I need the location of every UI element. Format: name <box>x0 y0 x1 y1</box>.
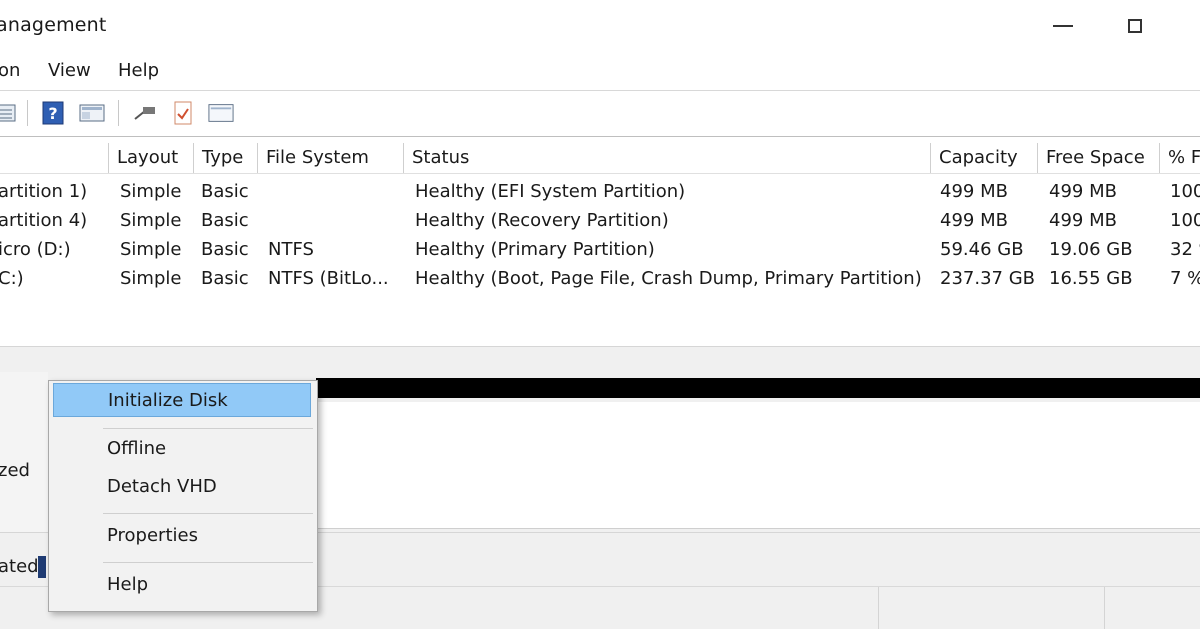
volume-name: C:) <box>0 268 24 289</box>
status-cell: Healthy (EFI System Partition) <box>415 181 686 202</box>
volume-list-header: Layout Type File System Status Capacity … <box>0 143 1200 174</box>
toolbar: ? <box>0 92 1200 132</box>
layout-cell: Simple <box>120 268 182 289</box>
window-icon[interactable] <box>208 100 234 126</box>
help-icon[interactable]: ? <box>40 100 66 126</box>
disk-status-label: zed <box>0 460 30 481</box>
column-type[interactable]: Type <box>194 143 258 173</box>
layout-cell: Simple <box>120 239 182 260</box>
menu-separator <box>103 513 313 514</box>
disk-partition-area[interactable] <box>316 402 1200 529</box>
toolbar-separator <box>27 100 28 126</box>
context-menu: Initialize Disk Offline Detach VHD Prope… <box>48 380 318 612</box>
maximize-icon <box>1128 19 1142 33</box>
free-space-cell: 19.06 GB <box>1049 239 1133 260</box>
menu-action[interactable]: on <box>0 60 20 81</box>
column-layout[interactable]: Layout <box>109 143 194 173</box>
capacity-cell: 59.46 GB <box>940 239 1024 260</box>
column-capacity[interactable]: Capacity <box>931 143 1038 173</box>
pane-splitter[interactable] <box>0 346 1200 374</box>
table-row[interactable]: artition 4) Simple Basic Healthy (Recove… <box>0 206 1200 235</box>
minimize-icon <box>1053 25 1073 27</box>
file-system-cell: NTFS <box>268 239 314 260</box>
svg-text:?: ? <box>48 104 57 123</box>
type-cell: Basic <box>201 239 249 260</box>
check-doc-icon[interactable] <box>170 100 196 126</box>
menu-item-offline[interactable]: Offline <box>53 432 311 466</box>
status-divider <box>878 587 879 629</box>
table-row[interactable]: C:) Simple Basic NTFS (BitLo... Healthy … <box>0 264 1200 293</box>
column-free-space[interactable]: Free Space <box>1038 143 1160 173</box>
percent-free-cell: 7 % <box>1170 268 1200 289</box>
window-title: anagement <box>0 14 107 36</box>
menu-separator <box>103 562 313 563</box>
layout-cell: Simple <box>120 210 182 231</box>
volume-list: Layout Type File System Status Capacity … <box>0 136 1200 347</box>
connect-icon[interactable] <box>132 100 158 126</box>
percent-free-cell: 100 <box>1170 210 1200 231</box>
file-system-cell: NTFS (BitLo... <box>268 268 389 289</box>
status-cell: Healthy (Recovery Partition) <box>415 210 669 231</box>
maximize-button[interactable] <box>1112 8 1158 44</box>
column-volume[interactable] <box>0 143 109 173</box>
menu-item-help[interactable]: Help <box>53 568 311 602</box>
disk-allocation-label: ated <box>0 556 39 577</box>
layout-cell: Simple <box>120 181 182 202</box>
menu-bar: on View Help <box>0 56 1200 88</box>
list-view-icon[interactable] <box>0 100 18 126</box>
free-space-cell: 499 MB <box>1049 181 1117 202</box>
toolbar-separator <box>118 100 119 126</box>
percent-free-cell: 100 <box>1170 181 1200 202</box>
capacity-cell: 499 MB <box>940 210 1008 231</box>
allocation-legend-swatch <box>38 556 46 578</box>
free-space-cell: 16.55 GB <box>1049 268 1133 289</box>
volume-name: artition 4) <box>0 210 88 231</box>
percent-free-cell: 32 % <box>1170 239 1200 260</box>
column-percent-free[interactable]: % F <box>1160 143 1200 173</box>
menu-item-properties[interactable]: Properties <box>53 519 311 553</box>
menu-separator <box>0 90 1200 91</box>
type-cell: Basic <box>201 181 249 202</box>
volume-name: artition 1) <box>0 181 88 202</box>
table-row[interactable]: artition 1) Simple Basic Healthy (EFI Sy… <box>0 177 1200 206</box>
column-status[interactable]: Status <box>404 143 931 173</box>
status-cell: Healthy (Primary Partition) <box>415 239 655 260</box>
type-cell: Basic <box>201 268 249 289</box>
panel-icon[interactable] <box>79 100 105 126</box>
title-bar: anagement <box>0 0 1200 52</box>
free-space-cell: 499 MB <box>1049 210 1117 231</box>
type-cell: Basic <box>201 210 249 231</box>
unallocated-bar[interactable] <box>316 378 1200 398</box>
menu-help[interactable]: Help <box>118 60 159 81</box>
capacity-cell: 499 MB <box>940 181 1008 202</box>
menu-item-detach-vhd[interactable]: Detach VHD <box>53 470 311 504</box>
capacity-cell: 237.37 GB <box>940 268 1036 289</box>
status-divider <box>1104 587 1105 629</box>
menu-separator <box>103 428 313 429</box>
table-row[interactable]: icro (D:) Simple Basic NTFS Healthy (Pri… <box>0 235 1200 264</box>
menu-view[interactable]: View <box>48 60 91 81</box>
menu-item-initialize-disk[interactable]: Initialize Disk <box>53 383 311 417</box>
status-cell: Healthy (Boot, Page File, Crash Dump, Pr… <box>415 268 922 289</box>
column-file-system[interactable]: File System <box>258 143 404 173</box>
minimize-button[interactable] <box>1040 8 1086 44</box>
volume-name: icro (D:) <box>0 239 71 260</box>
